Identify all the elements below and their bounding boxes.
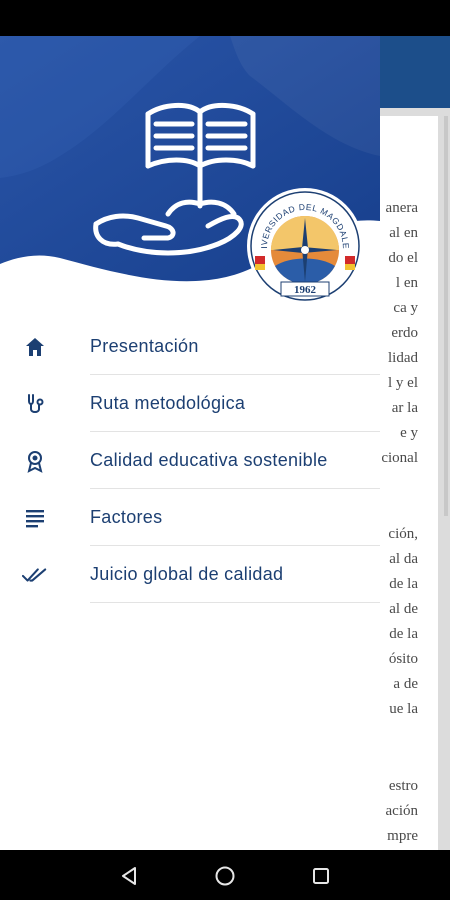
background-text-line: ue la (389, 701, 418, 717)
background-text-line: ósito (388, 651, 418, 667)
background-text-line: estro (388, 778, 418, 794)
background-text-line: al de (389, 601, 418, 617)
background-text-line: anera (385, 200, 418, 216)
navigation-drawer: UNIVERSIDAD DEL MAGDALENA 1962 Presentac (0, 36, 380, 850)
background-text-line: ción, (388, 526, 418, 542)
book-hand-logo-icon (93, 103, 256, 256)
background-scrollbar (444, 116, 448, 516)
menu-item-label: Presentación (90, 336, 199, 356)
drawer-menu: Presentación Ruta metodológica Calidad e… (0, 318, 380, 603)
recents-icon[interactable] (308, 863, 334, 889)
system-navigation-bar (0, 850, 450, 900)
status-bar (0, 0, 450, 36)
menu-item-calidad-educativa[interactable]: Calidad educativa sostenible (0, 432, 380, 489)
background-text-line: a de (393, 676, 418, 692)
background-text-line: mpre (387, 828, 418, 844)
background-text-line: de la (389, 626, 418, 642)
award-icon (22, 448, 48, 474)
text-lines-icon (22, 505, 48, 531)
menu-item-ruta-metodologica[interactable]: Ruta metodológica (0, 375, 380, 432)
background-text-line: do el (388, 250, 418, 266)
stethoscope-icon (22, 391, 48, 417)
background-text-line: l en (395, 275, 418, 291)
drawer-header: UNIVERSIDAD DEL MAGDALENA 1962 (0, 36, 380, 304)
background-text-line: ca y (393, 300, 418, 316)
background-text-line: ar la (391, 400, 418, 416)
menu-item-factores[interactable]: Factores (0, 489, 380, 546)
background-text-line: ación (385, 803, 418, 819)
background-text-line: erdo (391, 325, 418, 341)
background-text-line: lidad (388, 350, 418, 366)
background-text-line: cional (381, 450, 418, 466)
background-text-line: al en (389, 225, 418, 241)
background-text-line: l y el (388, 375, 418, 391)
background-text-line: al da (389, 551, 418, 567)
university-seal-icon: UNIVERSIDAD DEL MAGDALENA 1962 (245, 186, 363, 304)
menu-item-label: Factores (90, 507, 163, 527)
home-circle-icon[interactable] (212, 863, 238, 889)
double-check-icon (22, 562, 48, 588)
menu-divider (90, 602, 380, 603)
seal-year: 1962 (294, 284, 317, 296)
menu-item-juicio-global[interactable]: Juicio global de calidad (0, 546, 380, 603)
background-text-line: e y (400, 425, 418, 441)
back-icon[interactable] (116, 863, 142, 889)
background-text-line: de la (389, 576, 418, 592)
menu-item-label: Calidad educativa sostenible (90, 450, 328, 470)
home-icon (22, 334, 48, 360)
menu-item-presentacion[interactable]: Presentación (0, 318, 380, 375)
menu-item-label: Ruta metodológica (90, 393, 246, 413)
menu-item-label: Juicio global de calidad (90, 564, 284, 584)
